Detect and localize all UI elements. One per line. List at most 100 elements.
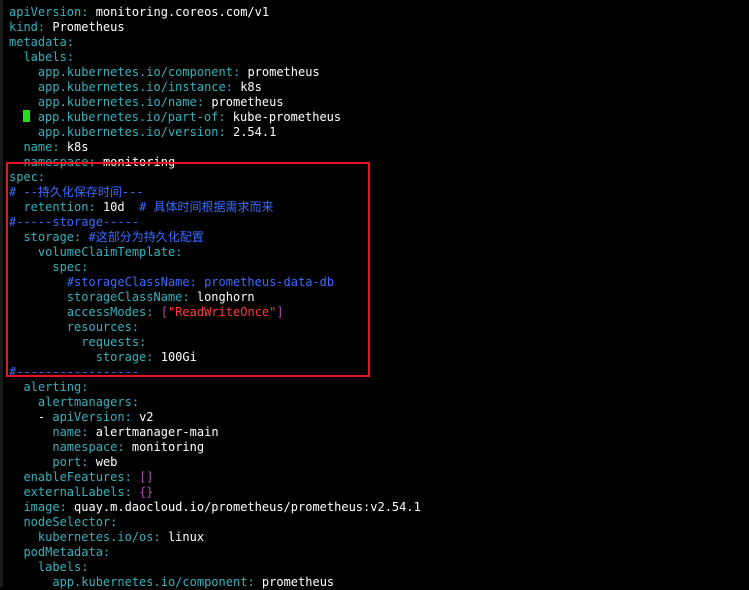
yaml-line[interactable]: app.kubernetes.io/name: prometheus bbox=[9, 95, 284, 110]
yaml-line[interactable]: volumeClaimTemplate: bbox=[9, 245, 183, 260]
yaml-separator: : bbox=[131, 320, 140, 334]
yaml-key: metadata bbox=[9, 35, 67, 49]
yaml-key: app.kubernetes.io/part-of bbox=[37, 110, 219, 124]
yaml-key: name bbox=[23, 140, 53, 154]
yaml-value: Prometheus bbox=[52, 20, 125, 34]
yaml-value: longhorn bbox=[196, 290, 255, 304]
yaml-line[interactable]: #----------------- bbox=[9, 365, 139, 380]
yaml-value: quay.m.daocloud.io/prometheus/prometheus… bbox=[74, 500, 421, 514]
yaml-separator: : bbox=[225, 80, 241, 94]
yaml-key: port bbox=[52, 455, 82, 469]
yaml-separator: : bbox=[81, 560, 89, 574]
yaml-value: 10d bbox=[102, 200, 125, 214]
yaml-key: volumeClaimTemplate bbox=[37, 245, 176, 259]
yaml-line[interactable]: kind: Prometheus bbox=[9, 20, 125, 35]
yaml-line[interactable]: podMetadata: bbox=[9, 545, 110, 560]
yaml-line[interactable]: #storageClassName: prometheus-data-db bbox=[9, 275, 334, 290]
yaml-key: labels bbox=[23, 50, 67, 64]
yaml-line[interactable]: alertmanagers: bbox=[9, 395, 139, 410]
yaml-key: alertmanagers bbox=[37, 395, 132, 409]
yaml-line[interactable]: accessModes: ["ReadWriteOnce"] bbox=[9, 305, 284, 320]
yaml-separator: : bbox=[218, 110, 233, 124]
yaml-key: retention bbox=[23, 200, 89, 214]
yaml-line[interactable]: resources: bbox=[9, 320, 139, 335]
yaml-key: accessModes bbox=[66, 305, 147, 319]
yaml-line[interactable]: retention: 10d # 具体时间根据需求而来 bbox=[9, 200, 273, 215]
yaml-separator: : bbox=[117, 440, 132, 454]
yaml-separator: : bbox=[74, 230, 89, 244]
yaml-line[interactable]: labels: bbox=[9, 50, 74, 65]
yaml-separator: : bbox=[146, 350, 161, 364]
yaml-separator: : bbox=[182, 290, 197, 304]
yaml-line[interactable]: name: k8s bbox=[9, 140, 89, 155]
yaml-value: web bbox=[95, 455, 118, 469]
yaml-value: monitoring.coreos.com/v1 bbox=[95, 5, 270, 19]
yaml-line[interactable]: app.kubernetes.io/component: prometheus bbox=[9, 65, 320, 80]
yaml-separator: : bbox=[59, 500, 75, 514]
yaml-line[interactable]: storageClassName: longhorn bbox=[9, 290, 255, 305]
yaml-line[interactable]: enableFeatures: [] bbox=[9, 470, 153, 485]
yaml-bracket-close: } bbox=[146, 485, 154, 499]
yaml-line[interactable]: name: alertmanager-main bbox=[9, 425, 218, 440]
yaml-separator: : bbox=[37, 170, 46, 184]
yaml-bracket-close: ] bbox=[276, 305, 284, 319]
yaml-line[interactable]: kubernetes.io/os: linux bbox=[9, 530, 204, 545]
yaml-line[interactable]: namespace: monitoring bbox=[9, 440, 204, 455]
yaml-separator: : bbox=[124, 485, 140, 499]
yaml-line[interactable]: labels: bbox=[9, 560, 89, 575]
yaml-key: apiVersion bbox=[52, 410, 125, 424]
yaml-key: resources bbox=[66, 320, 132, 334]
yaml-line[interactable]: app.kubernetes.io/part-of: kube-promethe… bbox=[9, 110, 341, 125]
yaml-key: kubernetes.io/os bbox=[37, 530, 154, 544]
yaml-line[interactable]: image: quay.m.daocloud.io/prometheus/pro… bbox=[9, 500, 421, 515]
yaml-key: requests bbox=[81, 335, 140, 349]
yaml-line[interactable]: storage: 100Gi bbox=[9, 350, 197, 365]
yaml-key: app.kubernetes.io/component bbox=[37, 65, 233, 79]
yaml-line[interactable]: metadata: bbox=[9, 35, 74, 50]
yaml-line[interactable]: apiVersion: monitoring.coreos.com/v1 bbox=[9, 5, 269, 20]
yaml-line[interactable]: requests: bbox=[9, 335, 146, 350]
yaml-line[interactable]: # --持久化保存时间--- bbox=[9, 185, 144, 200]
yaml-separator: : bbox=[139, 335, 147, 349]
yaml-key: image bbox=[23, 500, 60, 514]
yaml-line[interactable]: alerting: bbox=[9, 380, 88, 395]
yaml-line[interactable]: externalLabels: {} bbox=[9, 485, 154, 500]
yaml-separator: : bbox=[88, 200, 103, 214]
yaml-value: monitoring bbox=[102, 155, 176, 169]
yaml-separator: : bbox=[124, 470, 140, 484]
yaml-line[interactable]: port: web bbox=[9, 455, 117, 470]
yaml-line[interactable]: spec: bbox=[9, 170, 45, 185]
yaml-line[interactable]: spec: bbox=[9, 260, 88, 275]
yaml-line[interactable]: - apiVersion: v2 bbox=[9, 410, 154, 425]
yaml-line[interactable]: nodeSelector: bbox=[9, 515, 117, 530]
yaml-value: k8s bbox=[66, 140, 89, 154]
yaml-string-value: "ReadWriteOnce" bbox=[167, 305, 277, 319]
yaml-line[interactable]: app.kubernetes.io/instance: k8s bbox=[9, 80, 262, 95]
yaml-line[interactable]: #-----storage----- bbox=[9, 215, 139, 230]
yaml-value: v2 bbox=[139, 410, 154, 424]
yaml-line[interactable]: namespace: monitoring bbox=[9, 155, 175, 170]
yaml-key: nodeSelector bbox=[23, 515, 111, 529]
yaml-separator: : bbox=[124, 410, 140, 424]
yaml-key: storage bbox=[95, 350, 147, 364]
yaml-separator: : bbox=[218, 125, 233, 139]
yaml-line[interactable]: storage: #这部分为持久化配置 bbox=[9, 230, 203, 245]
yaml-editor[interactable]: apiVersion: monitoring.coreos.com/v1 kind… bbox=[0, 0, 749, 590]
yaml-separator: : bbox=[110, 515, 118, 529]
yaml-line[interactable]: app.kubernetes.io/version: 2.54.1 bbox=[9, 125, 276, 140]
yaml-separator: : bbox=[66, 50, 75, 64]
yaml-line[interactable]: app.kubernetes.io/component: prometheus bbox=[9, 575, 334, 590]
